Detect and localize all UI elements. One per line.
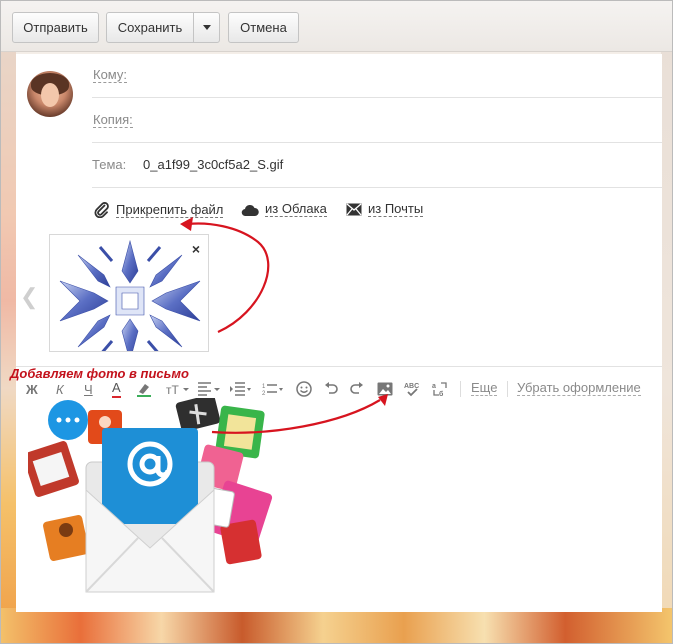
svg-text:б: б (439, 390, 444, 397)
svg-text:1: 1 (262, 384, 266, 390)
svg-text:2: 2 (262, 391, 266, 396)
attach-file-label[interactable]: Прикрепить файл (116, 202, 224, 218)
from-mail-label[interactable]: из Почты (368, 202, 424, 217)
formatting-toolbar: Ж К Ч A тТ 12 ABC a б Еще Убрать оформле… (26, 380, 656, 400)
chevron-down-icon (202, 25, 211, 30)
save-button[interactable]: Сохранить (106, 12, 194, 43)
text-color-button[interactable]: A (112, 380, 121, 398)
insert-image-icon[interactable] (377, 380, 393, 398)
save-options-button[interactable] (193, 12, 220, 43)
clear-format-button[interactable]: Убрать оформление (517, 381, 641, 396)
indent-button[interactable] (230, 380, 252, 398)
list-button[interactable]: 12 (262, 380, 284, 398)
underline-button[interactable]: Ч (84, 380, 93, 398)
close-icon[interactable]: × (192, 242, 200, 256)
compose-toolbar: Отправить Сохранить Отмена (0, 0, 673, 52)
highlight-color-button[interactable] (136, 380, 152, 398)
snowflake-image (59, 239, 201, 363)
cc-label[interactable]: Копия: (93, 113, 133, 128)
cancel-button[interactable]: Отмена (228, 12, 299, 43)
undo-icon[interactable] (324, 380, 338, 398)
annotation-callout: Добавляем фото в письмо (10, 366, 189, 381)
italic-button[interactable]: К (56, 380, 64, 398)
toolbar-divider (507, 381, 508, 397)
cloud-icon (241, 203, 259, 217)
background-decoration-left (0, 40, 16, 620)
from-cloud-link[interactable]: из Облака (241, 202, 327, 217)
translit-icon[interactable]: aб (432, 380, 448, 398)
from-cloud-label[interactable]: из Облака (265, 202, 327, 217)
svg-text:тТ: тТ (166, 383, 179, 396)
redo-icon[interactable] (350, 380, 364, 398)
mail-illustration (28, 398, 273, 593)
from-mail-link[interactable]: из Почты (346, 202, 424, 217)
chevron-left-icon[interactable]: ❮ (20, 284, 38, 310)
background-decoration-bottom (0, 608, 673, 644)
subject-label: Тема: (92, 157, 127, 172)
attachment-thumbnail[interactable]: × (49, 234, 209, 363)
smiley-icon[interactable] (296, 380, 312, 398)
background-decoration-right (661, 40, 673, 620)
toolbar-divider (460, 381, 461, 397)
font-size-button[interactable]: тТ (166, 380, 190, 398)
to-label[interactable]: Кому: (93, 68, 127, 83)
attach-file-link[interactable]: Прикрепить файл (94, 202, 224, 218)
svg-text:a: a (432, 383, 436, 390)
avatar[interactable] (27, 71, 73, 117)
person-tile (43, 515, 89, 561)
subject-input[interactable]: 0_a1f99_3c0cf5a2_S.gif (143, 157, 283, 172)
cc-field[interactable]: Копия: (92, 99, 662, 143)
send-button[interactable]: Отправить (12, 12, 99, 43)
spellcheck-icon[interactable]: ABC (404, 380, 422, 398)
envelope-icon (346, 203, 362, 216)
more-button[interactable]: Еще (471, 381, 498, 396)
paperclip-icon (94, 202, 110, 218)
align-button[interactable] (198, 380, 220, 398)
bold-button[interactable]: Ж (26, 380, 38, 398)
to-field[interactable]: Кому: (92, 54, 662, 98)
